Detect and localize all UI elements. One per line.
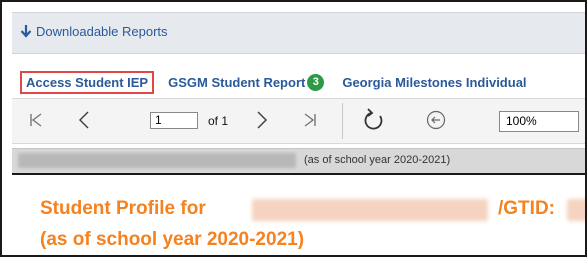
report-viewer-frame: Downloadable Reports Access Student IEP … [0, 0, 587, 257]
refresh-icon[interactable] [362, 107, 386, 133]
profile-title: Student Profile for [40, 198, 206, 219]
tab-access-student-iep[interactable]: Access Student IEP [20, 70, 155, 94]
redacted-student-name [252, 199, 488, 221]
tab-label: Georgia Milestones Individual [342, 74, 527, 90]
tab-gsgm-student-report[interactable]: GSGM Student Report 3 [168, 73, 325, 91]
school-year-label: (as of school year 2020-2021) [304, 154, 451, 166]
tab-georgia-milestones-individual[interactable]: Georgia Milestones Individual [342, 75, 526, 90]
page-number-input[interactable]: 1 [150, 112, 198, 129]
profile-school-year: (as of school year 2020-2021) [40, 229, 305, 250]
gtid-label: /GTID: [498, 198, 555, 219]
toolbar-divider [342, 103, 343, 139]
tab-label: GSGM Student Report [168, 74, 306, 90]
report-toolbar: 1 of 1 100% [12, 98, 585, 144]
student-profile-heading: Student Profile for /GTID: (as of school… [12, 173, 585, 255]
downloadable-reports-label: Downloadable Reports [36, 24, 168, 39]
downloadable-reports-bar: Downloadable Reports [12, 12, 585, 54]
redacted-text [18, 153, 296, 168]
tab-label: Access Student IEP [26, 74, 149, 90]
first-page-icon[interactable] [26, 107, 46, 133]
report-tabs: Access Student IEP GSGM Student Report 3… [20, 70, 545, 94]
download-arrow-icon [20, 24, 32, 38]
previous-page-icon[interactable] [74, 107, 94, 133]
downloadable-reports-link[interactable]: Downloadable Reports [20, 24, 168, 39]
next-page-icon[interactable] [252, 107, 272, 133]
count-badge: 3 [307, 73, 325, 91]
school-year-bar: (as of school year 2020-2021) [12, 148, 585, 173]
redacted-gtid [567, 199, 585, 221]
zoom-select[interactable]: 100% [499, 111, 579, 132]
page-count-label: of 1 [208, 114, 229, 128]
back-circle-icon[interactable] [424, 107, 448, 133]
last-page-icon[interactable] [300, 107, 320, 133]
